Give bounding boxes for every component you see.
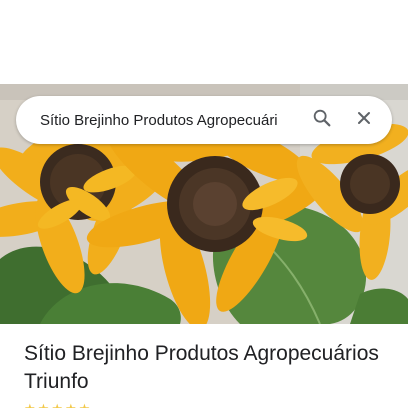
star-icon: ★ [24, 402, 36, 408]
search-query[interactable]: Sítio Brejinho Produtos Agropecuári [40, 112, 294, 129]
clear-search-button[interactable] [346, 102, 382, 138]
place-details-screen: Sítio Brejinho Produtos Agropecuári Síti… [0, 0, 408, 408]
top-blank-area [0, 0, 408, 84]
star-icon: ★ [79, 402, 91, 408]
search-icon [311, 107, 333, 134]
search-bar[interactable]: Sítio Brejinho Produtos Agropecuári [16, 96, 392, 144]
place-header: Sítio Brejinho Produtos Agropecuários Tr… [24, 340, 394, 408]
star-icon: ★ [65, 402, 77, 408]
star-icon: ★ [38, 402, 50, 408]
rating-stars[interactable]: ★ ★ ★ ★ ★ [24, 402, 394, 408]
place-title: Sítio Brejinho Produtos Agropecuários Tr… [24, 342, 379, 393]
close-icon [354, 108, 374, 133]
search-button[interactable] [304, 102, 340, 138]
star-icon: ★ [51, 402, 63, 408]
